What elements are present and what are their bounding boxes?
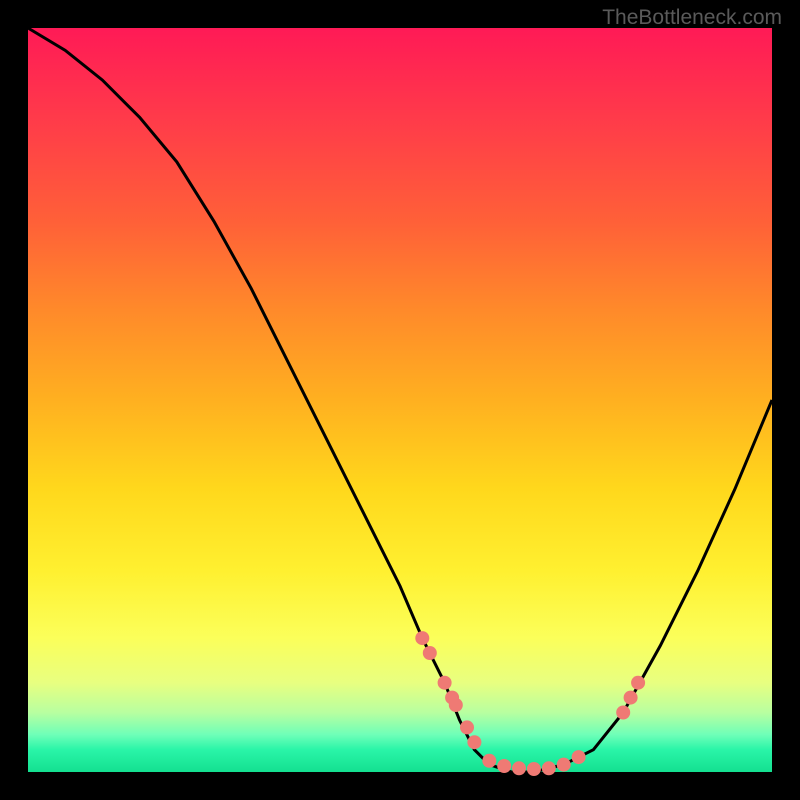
- watermark-text: TheBottleneck.com: [602, 6, 782, 30]
- scatter-dot: [616, 706, 630, 720]
- scatter-dot: [415, 631, 429, 645]
- scatter-dot: [527, 762, 541, 776]
- chart-svg: [28, 28, 772, 772]
- scatter-dots: [415, 631, 645, 776]
- scatter-dot: [467, 735, 481, 749]
- scatter-dot: [631, 676, 645, 690]
- scatter-dot: [497, 759, 511, 773]
- scatter-dot: [624, 691, 638, 705]
- scatter-dot: [572, 750, 586, 764]
- bottleneck-curve: [28, 28, 772, 772]
- scatter-dot: [542, 761, 556, 775]
- scatter-dot: [482, 754, 496, 768]
- scatter-dot: [557, 758, 571, 772]
- scatter-dot: [449, 698, 463, 712]
- scatter-dot: [438, 676, 452, 690]
- scatter-dot: [460, 720, 474, 734]
- scatter-dot: [512, 761, 526, 775]
- scatter-dot: [423, 646, 437, 660]
- chart-gradient-area: [28, 28, 772, 772]
